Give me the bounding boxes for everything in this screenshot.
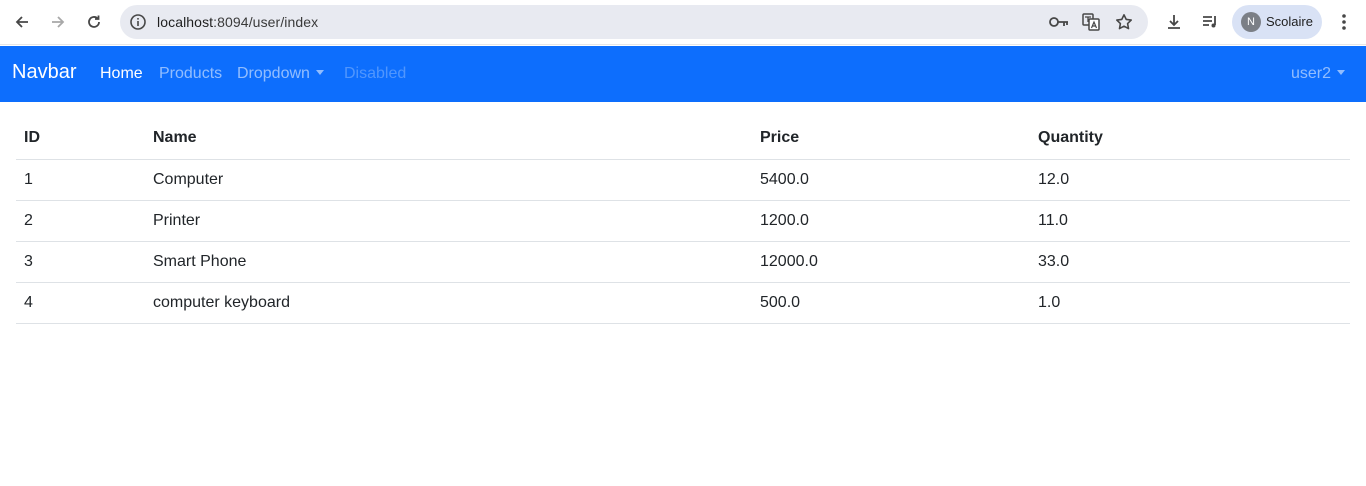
cell-quantity: 1.0: [1030, 282, 1350, 324]
cell-quantity: 11.0: [1030, 200, 1350, 242]
caret-down-icon: [1337, 70, 1346, 75]
cell-price: 500.0: [752, 282, 1030, 324]
user-menu-label: user2: [1291, 65, 1332, 82]
table-row: 3 Smart Phone 12000.0 33.0: [16, 241, 1350, 283]
profile-button[interactable]: N Scolaire: [1232, 5, 1322, 39]
browser-menu-button[interactable]: [1328, 6, 1360, 38]
column-header-price: Price: [752, 118, 1030, 160]
nav-dropdown-label: Dropdown: [237, 65, 310, 82]
address-bar[interactable]: localhost:8094/user/index: [120, 5, 1148, 39]
bookmark-star-icon[interactable]: [1114, 12, 1134, 32]
column-header-id: ID: [16, 118, 145, 160]
url-host: localhost: [157, 14, 214, 30]
cell-id: 4: [16, 282, 145, 324]
cell-quantity: 33.0: [1030, 241, 1350, 283]
cell-name: computer keyboard: [145, 282, 752, 324]
site-info-icon[interactable]: [129, 13, 147, 31]
nav-dropdown-toggle[interactable]: Dropdown: [237, 65, 324, 83]
arrow-left-icon: [15, 16, 28, 28]
products-table-container: ID Name Price Quantity 1 Computer 5400.0…: [16, 118, 1350, 324]
user-menu-toggle[interactable]: user2: [1291, 65, 1346, 83]
cell-name: Smart Phone: [145, 241, 752, 283]
url-path: :8094/user/index: [213, 14, 319, 30]
cell-quantity: 12.0: [1030, 159, 1350, 201]
cell-price: 1200.0: [752, 200, 1030, 242]
caret-down-icon: [315, 70, 324, 75]
table-row: 2 Printer 1200.0 11.0: [16, 200, 1350, 242]
back-button[interactable]: [6, 6, 38, 38]
cell-price: 5400.0: [752, 159, 1030, 201]
table-row: 4 computer keyboard 500.0 1.0: [16, 282, 1350, 324]
products-table: ID Name Price Quantity 1 Computer 5400.0…: [16, 118, 1350, 324]
cell-id: 2: [16, 200, 145, 242]
arrow-right-icon: [52, 16, 65, 28]
url-text[interactable]: localhost:8094/user/index: [157, 14, 318, 30]
forward-button[interactable]: [42, 6, 74, 38]
cell-name: Computer: [145, 159, 752, 201]
navbar-brand[interactable]: Navbar: [12, 61, 76, 84]
navbar: Navbar Home Products Dropdown Disabled u…: [0, 46, 1366, 102]
download-icon: [1168, 15, 1180, 29]
media-controls-button[interactable]: [1194, 6, 1226, 38]
column-header-quantity: Quantity: [1030, 118, 1350, 160]
nav-link-products[interactable]: Products: [159, 65, 222, 83]
column-header-name: Name: [145, 118, 752, 160]
avatar: N: [1241, 12, 1261, 32]
reload-icon: [88, 15, 100, 28]
kebab-menu-icon: [1342, 14, 1346, 30]
password-key-icon[interactable]: [1049, 12, 1069, 32]
playlist-icon: [1203, 16, 1216, 28]
translate-icon[interactable]: [1081, 12, 1101, 32]
cell-id: 1: [16, 159, 145, 201]
table-header-row: ID Name Price Quantity: [16, 118, 1350, 160]
cell-name: Printer: [145, 200, 752, 242]
cell-price: 12000.0: [752, 241, 1030, 283]
nav-link-home[interactable]: Home: [100, 65, 143, 83]
cell-id: 3: [16, 241, 145, 283]
reload-button[interactable]: [78, 6, 110, 38]
browser-toolbar: localhost:8094/user/index N Scolaire: [0, 0, 1366, 45]
table-row: 1 Computer 5400.0 12.0: [16, 159, 1350, 201]
nav-link-disabled: Disabled: [344, 65, 407, 82]
profile-name: Scolaire: [1266, 14, 1313, 29]
downloads-button[interactable]: [1158, 6, 1190, 38]
